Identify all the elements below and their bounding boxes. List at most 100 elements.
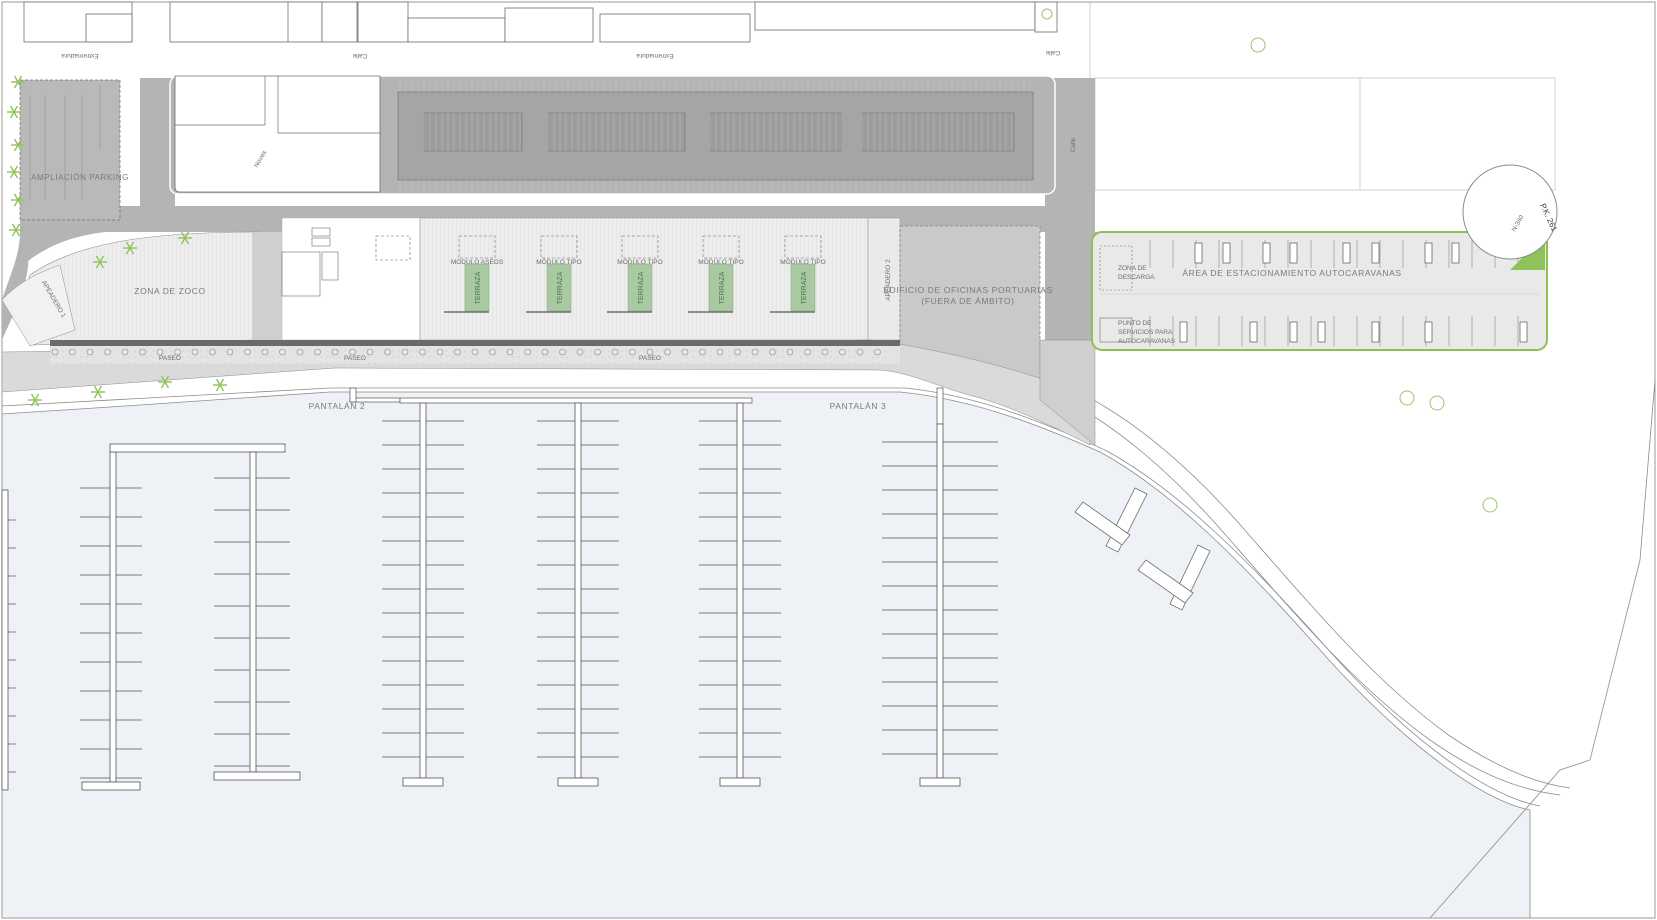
pier-walkway	[399, 397, 753, 404]
paseo-tree	[86, 348, 94, 356]
camper-van	[1317, 321, 1326, 343]
paseo-tree	[681, 348, 689, 356]
label-area-autocaravanas: ÁREA DE ESTACIONAMIENTO AUTOCARAVANAS	[1182, 268, 1401, 278]
camper-van	[1262, 242, 1271, 264]
ampliacion-parking-area	[19, 79, 121, 221]
camper-van	[1289, 321, 1298, 343]
paseo-tree	[524, 348, 531, 356]
paseo-tree	[506, 348, 514, 356]
label-pantalan-2: PANTALÁN 2	[309, 401, 366, 411]
terraza-label: TERRAZA	[638, 271, 645, 304]
paseo-tree	[664, 348, 671, 356]
central-parking-stall-rows	[423, 112, 1015, 152]
paseo-tree	[629, 348, 636, 356]
label-pantalan-3: PANTALÁN 3	[830, 401, 887, 411]
pier-head	[557, 777, 599, 787]
pier-spine	[109, 451, 117, 783]
terraza-label: TERRAZA	[475, 271, 482, 304]
pier-head	[109, 443, 286, 453]
paseo-tree	[401, 348, 409, 356]
paseo-tree	[366, 348, 374, 356]
paseo-tree	[576, 348, 584, 356]
label-zona-zoco: ZONA DE ZOCO	[134, 286, 205, 296]
paseo-tree	[384, 348, 391, 356]
pier-spine	[936, 423, 944, 779]
label-edificio-oficinas-line1: EDIFICIO DE OFICINAS PORTUARIAS	[883, 285, 1053, 295]
paseo-tree	[419, 348, 426, 356]
label-edificio-oficinas-line2: (FUERA DE ÁMBITO)	[921, 296, 1014, 306]
pier-head	[81, 781, 141, 791]
terraza-label: TERRAZA	[557, 271, 564, 304]
paseo-tree	[786, 348, 794, 356]
paseo-tree	[454, 348, 461, 356]
promenade-edge-dark	[50, 340, 900, 346]
pier-spine	[736, 402, 744, 779]
paseo-tree	[541, 348, 549, 356]
apeadero-2-area	[867, 217, 901, 341]
pier-spine	[419, 402, 427, 779]
camper-van	[1451, 242, 1460, 264]
pier-spine	[574, 402, 582, 779]
street-label-calle-1: Calle	[352, 52, 367, 59]
pier-head	[213, 771, 301, 781]
paseo-tree	[51, 348, 59, 356]
noves-building	[174, 75, 381, 193]
pier-head	[719, 777, 761, 787]
paseo-tree	[874, 348, 881, 356]
paseo-tree	[314, 348, 321, 356]
paseo-tree	[436, 348, 444, 356]
camper-van	[1179, 321, 1188, 343]
paseo-tree	[191, 348, 199, 356]
paseo-tree	[751, 348, 759, 356]
paseo-tree	[209, 348, 216, 356]
camper-van	[1249, 321, 1258, 343]
pier-head	[919, 777, 961, 787]
paseo-tree	[261, 348, 269, 356]
label-paseo-2: PASEO	[344, 355, 366, 362]
paseo-tree	[856, 348, 864, 356]
label-punto-servicios-line2: SERVICIOS PARA	[1118, 329, 1173, 336]
street-label-calle-2: Calle	[1045, 49, 1060, 56]
street-label-extremadura-center: Extremadura	[636, 52, 674, 59]
pier-walkway	[936, 387, 944, 425]
paseo-tree	[331, 348, 339, 356]
paseo-tree	[279, 348, 286, 356]
camper-van	[1342, 242, 1351, 264]
camper-van	[1519, 321, 1528, 343]
camper-van	[1424, 242, 1433, 264]
paseo-tree	[839, 348, 846, 356]
paseo-tree	[699, 348, 706, 356]
paseo-tree	[244, 348, 251, 356]
terraza-label: TERRAZA	[719, 271, 726, 304]
plaza-white-block	[281, 217, 421, 341]
paseo-tree	[104, 348, 111, 356]
label-punto-servicios-line3: AUTOCARAVANAS	[1118, 338, 1176, 345]
paseo-tree	[734, 348, 741, 356]
camper-van	[1222, 242, 1231, 264]
label-ampliacion-parking: AMPLIACIÓN PARKING	[31, 173, 129, 182]
paseo-tree	[821, 348, 829, 356]
pier-spine	[1, 489, 9, 791]
label-paseo-3: PASEO	[639, 355, 661, 362]
label-zona-descarga-line1: ZONA DE	[1118, 265, 1147, 272]
terraza-label: TERRAZA	[801, 271, 808, 304]
paseo-tree	[69, 348, 76, 356]
paseo-tree	[121, 348, 129, 356]
pier-head	[402, 777, 444, 787]
label-paseo-1: PASEO	[159, 355, 181, 362]
street-label-extremadura-left: Extremadura	[61, 52, 99, 59]
label-punto-servicios-line1: PUNTO DE	[1118, 320, 1152, 327]
camper-van	[1289, 242, 1298, 264]
paseo-tree	[769, 348, 776, 356]
pier-walkway	[349, 387, 357, 403]
tree-strip	[252, 232, 282, 340]
pier-spine	[249, 451, 257, 773]
camper-van	[1371, 321, 1380, 343]
paseo-tree	[611, 348, 619, 356]
paseo-tree	[471, 348, 479, 356]
paseo-tree	[226, 348, 234, 356]
paseo-tree	[594, 348, 601, 356]
site-plan-map: Extremadura Calle Extremadura Calle AMPL…	[0, 0, 1657, 920]
paseo-tree	[139, 348, 146, 356]
camper-van	[1194, 242, 1203, 264]
